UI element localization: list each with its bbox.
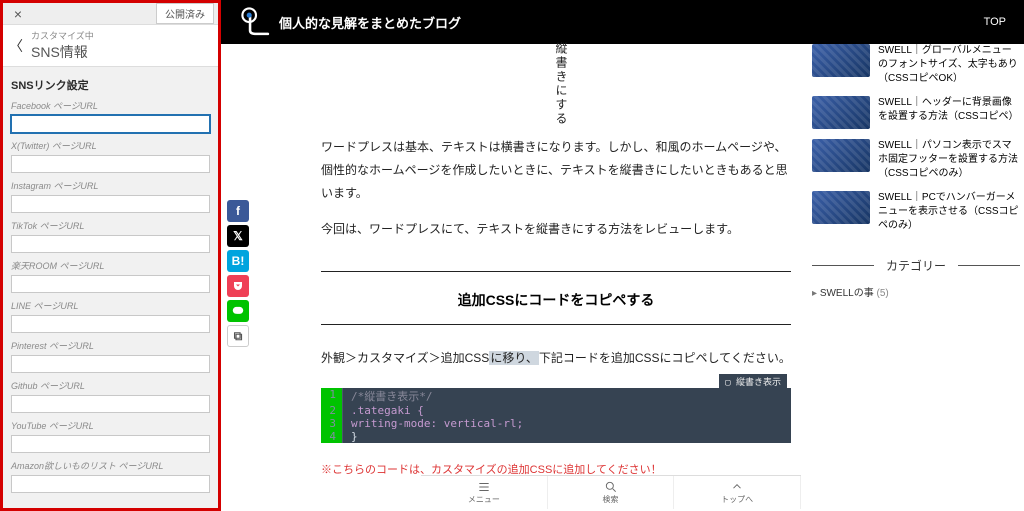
site-header: 個人的な見解をまとめたブログ TOP	[221, 0, 1024, 44]
back-chevron-icon[interactable]: 〈	[9, 36, 23, 56]
bottom-nav-search[interactable]: 検索	[548, 476, 675, 509]
url-input[interactable]	[11, 355, 210, 373]
sidebar: SWELL｜グローバルメニューのフォントサイズ、太字もあり（CSSコピペOK） S…	[812, 44, 1020, 299]
field-label: Instagram ページURL	[11, 179, 210, 192]
hatena-share-icon[interactable]: B!	[227, 250, 249, 272]
post-thumbnail	[812, 191, 870, 224]
post-title: SWELL｜ヘッダーに背景画像を設置する方法（CSSコピペ）	[878, 96, 1020, 129]
field-label: 楽天ROOM ページURL	[11, 259, 210, 272]
close-icon[interactable]: ×	[3, 6, 33, 22]
field-label: Pinterest ページURL	[11, 339, 210, 352]
post-title: SWELL｜パソコン表示でスマホ固定フッターを設置する方法（CSSコピペのみ）	[878, 139, 1020, 181]
breadcrumb: カスタマイズ中	[31, 29, 94, 42]
customizer-panel: × 公開済み 〈 カスタマイズ中 SNS情報 SNSリンク設定 Facebook…	[0, 0, 221, 511]
field-label: YouTube ページURL	[11, 419, 210, 432]
article-body: 縦書きにする ワードプレスは基本、テキストは横書きになります。しかし、和風のホー…	[321, 44, 791, 477]
section-heading: SNSリンク設定	[3, 67, 218, 99]
preview-frame: f 𝕏 B! ⧉ 縦書きにする ワードプレスは基本、テキストは横書きになります。…	[221, 44, 1024, 511]
bottom-nav-top[interactable]: トップへ	[674, 476, 801, 509]
section-rule	[321, 271, 791, 272]
section-rule	[321, 324, 791, 325]
section-heading: 追加CSSにコードをコピペする	[321, 290, 791, 310]
post-thumbnail	[812, 96, 870, 129]
sidebar-heading: カテゴリー	[812, 257, 1020, 274]
related-post-card[interactable]: SWELL｜PCでハンバーガーメニューを表示させる（CSSコピペのみ）	[812, 191, 1020, 233]
url-input[interactable]	[11, 115, 210, 133]
customizer-header: 〈 カスタマイズ中 SNS情報	[3, 25, 218, 67]
site-title[interactable]: 個人的な見解をまとめたブログ	[279, 13, 461, 32]
field-label: TikTok ページURL	[11, 219, 210, 232]
paragraph: 今回は、ワードプレスにて、テキストを縦書きにする方法をレビューします。	[321, 218, 791, 241]
customizer-topbar: × 公開済み	[3, 3, 218, 25]
field-label: Facebook ページURL	[11, 99, 210, 112]
post-title: SWELL｜グローバルメニューのフォントサイズ、太字もあり（CSSコピペOK）	[878, 44, 1020, 86]
mobile-bottom-nav: メニュー 検索 トップへ	[421, 475, 801, 509]
paragraph: ワードプレスは基本、テキストは横書きになります。しかし、和風のホームページや、個…	[321, 136, 791, 204]
panel-title: SNS情報	[31, 42, 94, 62]
related-post-card[interactable]: SWELL｜グローバルメニューのフォントサイズ、太字もあり（CSSコピペOK）	[812, 44, 1020, 86]
related-post-card[interactable]: SWELL｜パソコン表示でスマホ固定フッターを設置する方法（CSSコピペのみ）	[812, 139, 1020, 181]
related-post-card[interactable]: SWELL｜ヘッダーに背景画像を設置する方法（CSSコピペ）	[812, 96, 1020, 129]
vertical-text-sample: 縦書きにする	[553, 42, 570, 126]
field-label: LINE ページURL	[11, 299, 210, 312]
url-input[interactable]	[11, 195, 210, 213]
post-thumbnail	[812, 44, 870, 77]
copy-share-icon[interactable]: ⧉	[227, 325, 249, 347]
facebook-share-icon[interactable]: f	[227, 200, 249, 222]
url-input[interactable]	[11, 475, 210, 493]
url-input[interactable]	[11, 435, 210, 453]
pocket-share-icon[interactable]	[227, 275, 249, 297]
field-label: Amazon欲しいものリスト ページURL	[11, 459, 210, 472]
instruction-line: 外観＞カスタマイズ＞追加CSSに移り、下記コードを追加CSSにコピペしてください…	[321, 347, 791, 370]
field-label: Github ページURL	[11, 379, 210, 392]
line-share-icon[interactable]	[227, 300, 249, 322]
publish-status-button[interactable]: 公開済み	[156, 3, 214, 24]
url-input[interactable]	[11, 315, 210, 333]
code-block: ▢ 縦書き表示 1/*縦書き表示*/2.tategaki {3writing-m…	[321, 388, 791, 443]
site-logo-icon[interactable]	[239, 4, 275, 40]
url-input[interactable]	[11, 155, 210, 173]
url-input[interactable]	[11, 275, 210, 293]
code-block-label: ▢ 縦書き表示	[719, 374, 787, 389]
url-input[interactable]	[11, 395, 210, 413]
url-input[interactable]	[11, 235, 210, 253]
post-thumbnail	[812, 139, 870, 172]
nav-top-link[interactable]: TOP	[984, 16, 1006, 28]
category-link[interactable]: SWELLの事 (5)	[812, 284, 1020, 299]
post-title: SWELL｜PCでハンバーガーメニューを表示させる（CSSコピペのみ）	[878, 191, 1020, 233]
bottom-nav-menu[interactable]: メニュー	[421, 476, 548, 509]
share-rail: f 𝕏 B! ⧉	[227, 200, 249, 347]
x-twitter-share-icon[interactable]: 𝕏	[227, 225, 249, 247]
field-label: X(Twitter) ページURL	[11, 139, 210, 152]
